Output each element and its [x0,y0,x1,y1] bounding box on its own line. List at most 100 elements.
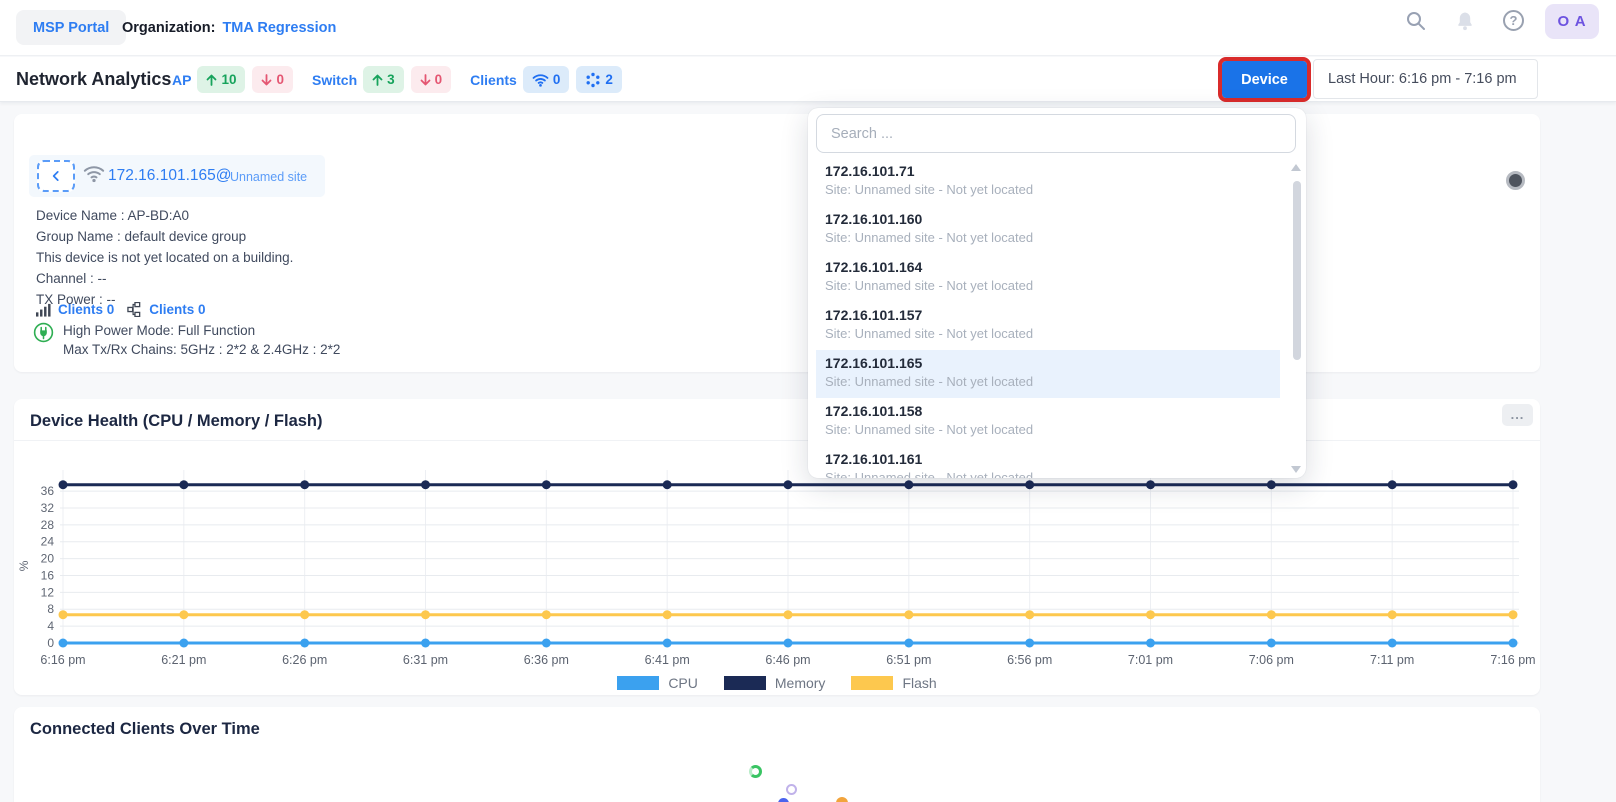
legend-item-memory[interactable]: Memory [724,675,826,691]
legend-swatch [724,676,766,690]
device-dropdown-panel: 172.16.101.71Site: Unnamed site - Not ye… [808,108,1306,478]
svg-text:%: % [17,560,31,571]
arrow-up-icon [206,74,217,86]
device-option-ip: 172.16.101.164 [825,259,1271,275]
svg-text:7:01 pm: 7:01 pm [1128,653,1173,667]
device-selector-button[interactable]: Device [1222,61,1307,98]
back-button[interactable] [37,160,75,192]
user-avatar[interactable]: O A [1545,4,1599,39]
svg-text:6:56 pm: 6:56 pm [1007,653,1052,667]
svg-text:16: 16 [41,568,55,582]
legend-swatch [851,676,893,690]
svg-text:7:06 pm: 7:06 pm [1249,653,1294,667]
divider [14,440,1540,441]
group-name-line: Group Name : default device group [36,229,246,244]
chart-legend: CPU Memory Flash [14,675,1540,691]
svg-text:6:26 pm: 6:26 pm [282,653,327,667]
device-option-site: Site: Unnamed site - Not yet located [825,278,1271,293]
help-icon[interactable] [1503,10,1527,34]
device-option-ip: 172.16.101.165 [825,355,1271,371]
device-option-172.16.101.160[interactable]: 172.16.101.160Site: Unnamed site - Not y… [816,206,1280,254]
clients-wired-badge[interactable]: 2 [576,66,622,93]
card-menu-button[interactable]: ... [1502,404,1533,426]
device-ip-link[interactable]: 172.16.101.165@ [108,167,231,185]
svg-text:7:11 pm: 7:11 pm [1370,653,1414,667]
device-option-site: Site: Unnamed site - Not yet located [825,422,1271,437]
device-health-card: Device Health (CPU / Memory / Flash) ...… [14,399,1540,695]
power-mode-texts: High Power Mode: Full Function Max Tx/Rx… [63,322,340,359]
device-info-card: 172.16.101.165@ Unnamed site Device Name… [14,114,1540,372]
wired-clients-link[interactable]: Clients 0 [149,302,205,317]
device-option-site: Site: Unnamed site - Not yet located [825,230,1271,245]
svg-text:8: 8 [47,602,54,616]
device-option-172.16.101.161[interactable]: 172.16.101.161 Site: Unnamed site - Not y… [816,446,1280,478]
svg-text:36: 36 [41,484,55,498]
clients-label: Clients [470,72,517,88]
device-search-input[interactable] [816,114,1296,153]
scroll-up-arrow[interactable] [1291,164,1301,171]
device-stats-row: AP 10 0 Switch 3 0 Clients 0 2 [172,57,629,102]
legend-item-flash[interactable]: Flash [851,675,936,691]
device-option-172.16.101.164[interactable]: 172.16.101.164 Site: Unnamed site - Not y… [816,254,1280,302]
device-option-site: Site: Unnamed site - Not yet located [825,470,1271,478]
wired-topology-icon [127,302,142,317]
arrow-down-icon [261,74,272,86]
clients-counts-row: Clients 0 Clients 0 [36,302,206,317]
msp-portal-button[interactable]: MSP Portal [16,10,126,45]
bell-icon[interactable] [1453,9,1477,33]
svg-text:28: 28 [41,518,55,532]
organization-name-link[interactable]: TMA Regression [222,20,336,36]
device-name-line: Device Name : AP-BD:A0 [36,208,189,223]
device-option-172.16.101.157[interactable]: 172.16.101.157Site: Unnamed site - Not y… [816,302,1280,350]
ap-label: AP [172,72,191,88]
power-mode-row: High Power Mode: Full Function Max Tx/Rx… [33,322,340,359]
device-marker-dot[interactable] [1506,171,1525,190]
device-option-site: Site: Unnamed site - Not yet located [825,182,1271,197]
top-header-bar: MSP Portal Organization: TMA Regression … [0,0,1616,56]
clients-wireless-badge[interactable]: 0 [523,66,570,93]
channel-line: Channel : -- [36,271,107,286]
wifi-icon [532,73,549,87]
svg-text:6:46 pm: 6:46 pm [765,653,810,667]
legend-item-cpu[interactable]: CPU [617,675,698,691]
device-option-172.16.101.71[interactable]: 172.16.101.71Site: Unnamed site - Not ye… [816,158,1280,206]
svg-text:24: 24 [41,535,55,549]
time-range-selector[interactable]: Last Hour: 6:16 pm - 7:16 pm [1313,59,1538,99]
switch-up-count: 3 [387,72,395,87]
ap-down-badge[interactable]: 0 [252,66,293,93]
connected-clients-title: Connected Clients Over Time [30,720,260,739]
page-title: Network Analytics [16,57,171,102]
device-option-172.16.101.165[interactable]: 172.16.101.165 Site: Unnamed site - Not y… [816,350,1280,398]
scroll-down-arrow[interactable] [1291,466,1301,473]
wireless-clients-link[interactable]: Clients 0 [58,302,114,317]
loading-spinner-dot-green [749,765,762,778]
svg-text:12: 12 [41,585,55,599]
location-note-line: This device is not yet located on a buil… [36,250,293,265]
legend-swatch [617,676,659,690]
svg-text:6:51 pm: 6:51 pm [886,653,931,667]
svg-text:6:41 pm: 6:41 pm [645,653,690,667]
legend-label: CPU [668,675,698,691]
legend-label: Flash [902,675,936,691]
legend-label: Memory [775,675,826,691]
clients-wireless-count: 0 [553,72,561,87]
device-option-ip: 172.16.101.158 [825,403,1271,419]
scrollbar-thumb[interactable] [1293,181,1301,360]
mesh-nodes-icon [585,72,601,88]
ap-up-badge[interactable]: 10 [197,66,245,93]
organization-block: Organization: TMA Regression [122,0,336,56]
switch-up-badge[interactable]: 3 [363,66,404,93]
connected-clients-card: Connected Clients Over Time [14,707,1540,802]
search-icon[interactable] [1404,9,1428,33]
device-option-172.16.101.158[interactable]: 172.16.101.158 Site: Unnamed site - Not y… [816,398,1280,446]
chevron-left-icon [49,169,63,183]
device-option-list: 172.16.101.71Site: Unnamed site - Not ye… [816,158,1280,478]
device-option-site: Site: Unnamed site - Not yet located [825,374,1271,389]
switch-down-badge[interactable]: 0 [411,66,452,93]
organization-label: Organization: [122,20,215,36]
svg-text:0: 0 [47,636,54,650]
wifi-icon [83,164,105,183]
switch-label: Switch [312,72,357,88]
device-option-ip: 172.16.101.161 [825,451,1271,467]
clients-wired-count: 2 [605,72,613,87]
